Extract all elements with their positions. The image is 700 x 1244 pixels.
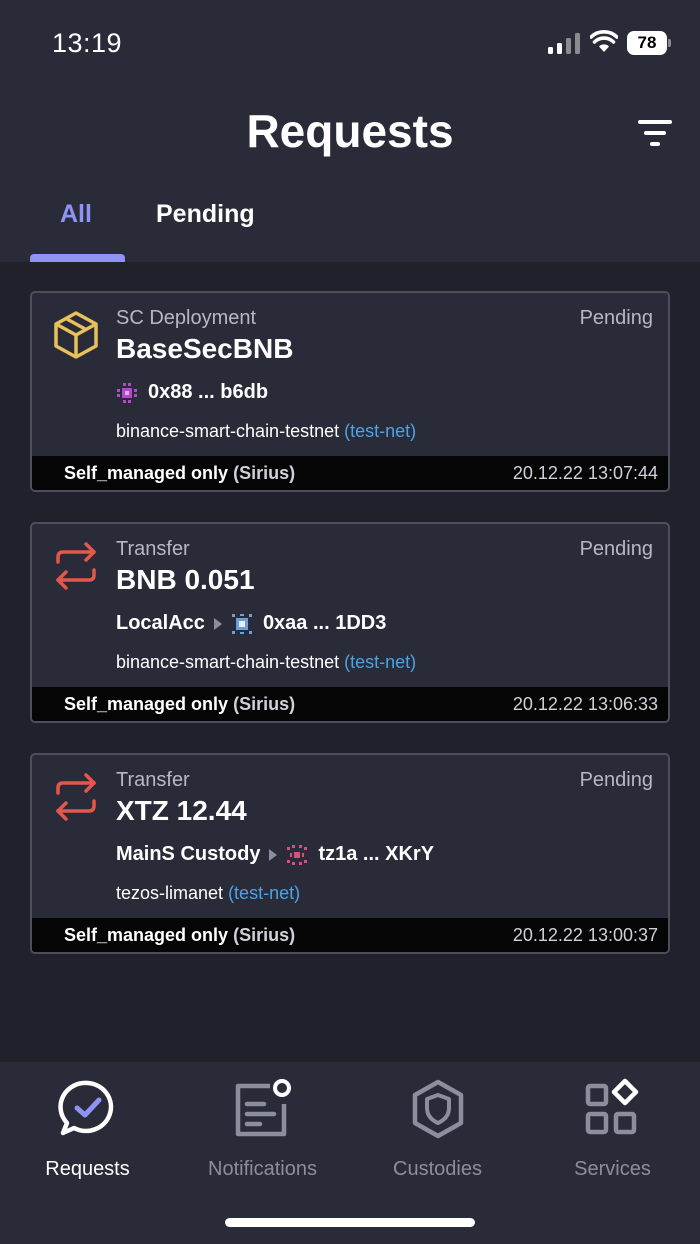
network-name: binance-smart-chain-testnet xyxy=(116,421,340,441)
tab-all[interactable]: All xyxy=(60,200,92,229)
shield-hexagon-icon xyxy=(412,1079,464,1139)
nav-notifications[interactable]: Notifications xyxy=(175,1076,350,1186)
wifi-icon xyxy=(590,30,618,52)
filter-icon[interactable] xyxy=(638,120,672,146)
address-identicon-icon xyxy=(117,382,137,403)
policy-label: Self_managed only (Sirius) xyxy=(64,918,295,952)
status-badge: Pending xyxy=(579,307,653,329)
status-time: 13:19 xyxy=(52,28,123,58)
policy-name: Self_managed only xyxy=(64,463,229,483)
network-tag: (test-net) xyxy=(344,421,417,441)
nav-label: Requests xyxy=(45,1158,130,1180)
policy-owner: (Sirius) xyxy=(233,925,296,945)
policy-name: Self_managed only xyxy=(64,694,229,714)
sender-account: LocalAcc xyxy=(116,612,205,634)
request-timestamp: 20.12.22 13:06:33 xyxy=(512,694,658,714)
status-bar: 13:19 78 xyxy=(0,0,700,90)
bottom-nav: Requests Notifications Custodies Service… xyxy=(0,1062,700,1244)
card-footer: Self_managed only (Sirius) 20.12.22 13:0… xyxy=(32,456,668,490)
sender-account: MainS Custody xyxy=(116,843,261,865)
network-label: tezos-limanet (test-net) xyxy=(116,883,300,904)
policy-label: Self_managed only (Sirius) xyxy=(64,456,295,490)
card-footer: Self_managed only (Sirius) 20.12.22 13:0… xyxy=(32,687,668,721)
signal-icon xyxy=(548,33,580,54)
policy-label: Self_managed only (Sirius) xyxy=(64,687,295,721)
network-name: tezos-limanet xyxy=(116,883,224,903)
active-tab-indicator xyxy=(30,254,125,262)
page-title: Requests xyxy=(246,105,454,157)
network-label: binance-smart-chain-testnet (test-net) xyxy=(116,652,416,673)
chat-check-icon xyxy=(58,1080,114,1136)
address-identicon-icon xyxy=(231,613,252,634)
box-icon xyxy=(54,311,98,359)
notification-list-icon xyxy=(235,1079,291,1137)
tab-pending[interactable]: Pending xyxy=(156,200,255,229)
network-tag: (test-net) xyxy=(344,652,417,672)
home-indicator xyxy=(225,1218,475,1227)
transfer-icon xyxy=(56,773,96,821)
status-badge: Pending xyxy=(579,769,653,791)
request-type: SC Deployment xyxy=(116,307,257,329)
request-details: MainS Custody tz1a ... XKrY xyxy=(116,843,434,866)
nav-label: Notifications xyxy=(208,1158,317,1180)
header: 13:19 78 Requests All Pending xyxy=(0,0,700,262)
request-card[interactable]: Transfer Pending BNB 0.051 LocalAcc 0xaa… xyxy=(30,522,670,723)
network-label: binance-smart-chain-testnet (test-net) xyxy=(116,421,416,442)
request-timestamp: 20.12.22 13:00:37 xyxy=(512,925,658,945)
battery-level: 78 xyxy=(627,31,667,55)
grid-diamond-icon xyxy=(585,1078,639,1135)
policy-owner: (Sirius) xyxy=(233,694,296,714)
policy-owner: (Sirius) xyxy=(233,463,296,483)
card-footer: Self_managed only (Sirius) 20.12.22 13:0… xyxy=(32,918,668,952)
request-details: 0x88 ... b6db xyxy=(116,381,268,404)
request-title: BNB 0.051 xyxy=(116,564,255,595)
request-type: Transfer xyxy=(116,538,190,560)
network-name: binance-smart-chain-testnet xyxy=(116,652,340,672)
recipient-address: 0xaa ... 1DD3 xyxy=(262,612,387,634)
recipient-address: tz1a ... XKrY xyxy=(318,843,435,865)
request-card[interactable]: Transfer Pending XTZ 12.44 MainS Custody… xyxy=(30,753,670,954)
arrow-right-icon xyxy=(213,617,222,630)
nav-custodies[interactable]: Custodies xyxy=(350,1076,525,1186)
status-badge: Pending xyxy=(579,538,653,560)
request-timestamp: 20.12.22 13:07:44 xyxy=(512,463,658,483)
request-type: Transfer xyxy=(116,769,190,791)
request-title: XTZ 12.44 xyxy=(116,795,247,826)
request-card[interactable]: SC Deployment Pending BaseSecBNB 0x88 ..… xyxy=(30,291,670,492)
network-tag: (test-net) xyxy=(228,883,301,903)
arrow-right-icon xyxy=(269,848,278,861)
request-details: LocalAcc 0xaa ... 1DD3 xyxy=(116,612,386,635)
address-identicon-icon xyxy=(287,844,308,865)
nav-requests[interactable]: Requests xyxy=(0,1076,175,1186)
recipient-address: 0x88 ... b6db xyxy=(148,381,269,403)
policy-name: Self_managed only xyxy=(64,925,229,945)
battery-icon: 78 xyxy=(627,31,671,55)
transfer-icon xyxy=(56,542,96,590)
nav-label: Services xyxy=(574,1158,651,1180)
nav-label: Custodies xyxy=(393,1158,482,1180)
nav-services[interactable]: Services xyxy=(525,1076,700,1186)
request-title: BaseSecBNB xyxy=(116,333,294,364)
